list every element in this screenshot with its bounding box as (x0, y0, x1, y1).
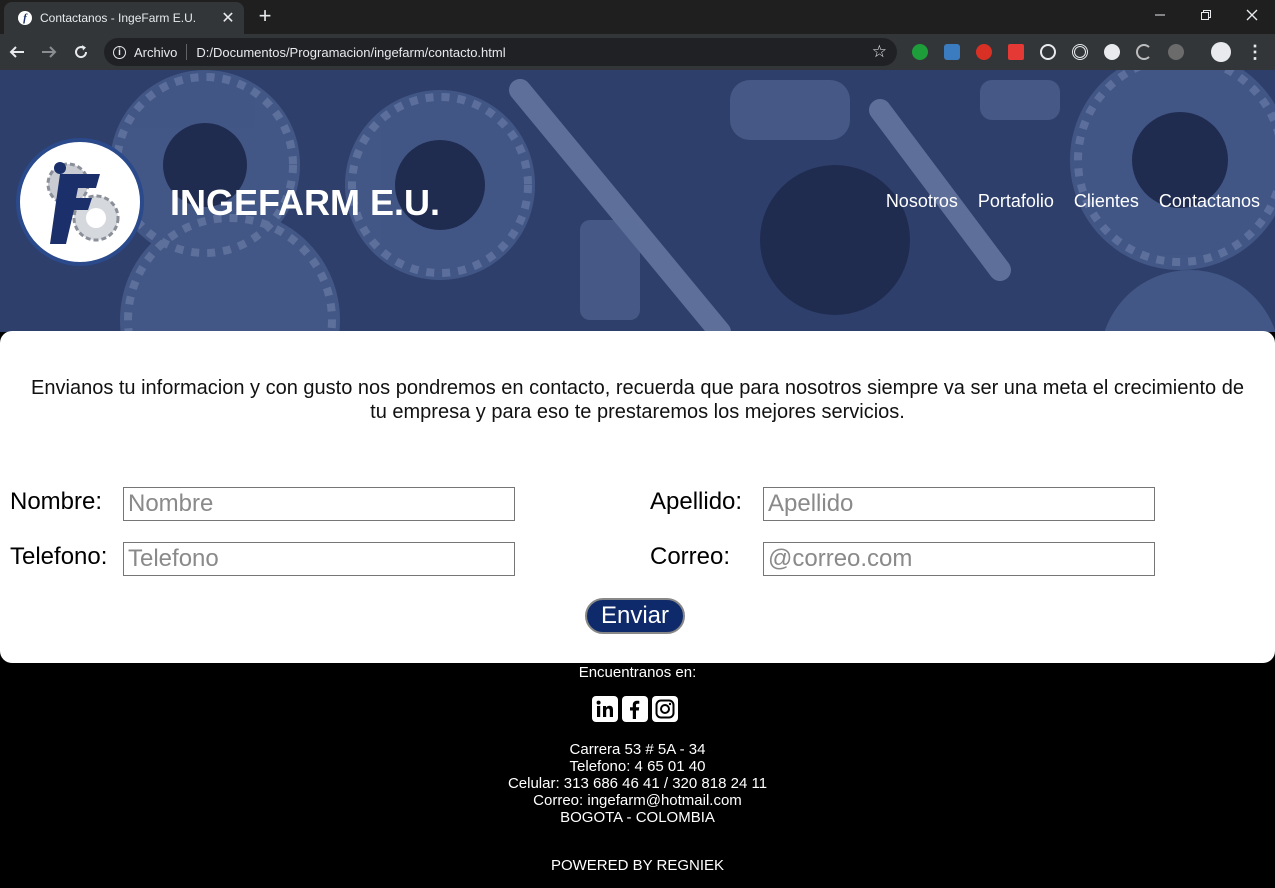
site-header: INGEFARM E.U. Nosotros Portafolio Client… (0, 70, 1275, 332)
brand-title: INGEFARM E.U. (170, 182, 441, 223)
extension-pdf-icon[interactable] (1008, 44, 1024, 60)
social-links (592, 696, 678, 722)
site-footer: Encuentranos en: Carrera 53 # 5A - 34 Te… (0, 663, 1275, 888)
powered-by-text: POWERED BY REGNIEK (550, 857, 725, 874)
info-icon[interactable]: i (113, 45, 126, 59)
browser-menu-icon[interactable]: ⋮ (1246, 42, 1264, 63)
reload-icon[interactable] (70, 41, 92, 63)
url-text[interactable]: D:/Documentos/Programacion/ingefarm/cont… (196, 45, 505, 60)
address-bar[interactable]: i Archivo D:/Documentos/Programacion/ing… (104, 38, 897, 66)
telefono-input[interactable] (123, 542, 515, 576)
nav-link-portafolio[interactable]: Portafolio (978, 191, 1054, 212)
profile-avatar-icon[interactable] (1211, 42, 1231, 62)
email-text: Correo: ingefarm@hotmail.com (533, 792, 742, 809)
extension-react-icon[interactable] (1040, 44, 1056, 60)
cell-text: Celular: 313 686 46 41 / 320 818 24 11 (507, 775, 768, 792)
extension-check-icon[interactable] (912, 44, 928, 60)
extension-palette-icon[interactable] (1168, 44, 1184, 60)
extension-target-icon[interactable] (1072, 44, 1088, 60)
extension-hand-icon[interactable] (976, 44, 992, 60)
extension-code-icon[interactable] (1136, 44, 1152, 60)
browser-tab[interactable]: f Contactanos - IngeFarm E.U. ✕ (4, 2, 244, 34)
bookmark-star-icon[interactable]: ☆ (872, 42, 887, 62)
new-tab-button[interactable]: + (254, 5, 276, 28)
address-divider (186, 44, 188, 60)
browser-tab-strip: f Contactanos - IngeFarm E.U. ✕ + (0, 0, 1275, 34)
telefono-label: Telefono: (10, 543, 108, 570)
nav-link-contactanos[interactable]: Contactanos (1159, 191, 1260, 212)
city-text: BOGOTA - COLOMBIA (560, 809, 715, 826)
logo-gear-icon (46, 162, 120, 244)
restore-icon[interactable] (1183, 0, 1229, 30)
security-label: Archivo (134, 44, 178, 60)
company-logo[interactable] (16, 138, 144, 266)
apellido-input[interactable] (763, 487, 1155, 521)
main-nav: Nosotros Portafolio Clientes Contactanos (886, 191, 1260, 212)
address-text: Carrera 53 # 5A - 34 (569, 741, 706, 758)
tab-close-icon[interactable]: ✕ (220, 8, 236, 28)
nav-link-nosotros[interactable]: Nosotros (886, 191, 958, 212)
apellido-label: Apellido: (650, 488, 743, 515)
instagram-icon[interactable] (652, 696, 678, 722)
linkedin-icon[interactable] (592, 696, 618, 722)
correo-input[interactable] (763, 542, 1155, 576)
back-arrow-icon[interactable] (6, 41, 28, 63)
correo-label: Correo: (650, 543, 731, 570)
footer-heading: Encuentranos en: (578, 664, 697, 681)
minimize-icon[interactable] (1137, 0, 1183, 30)
browser-toolbar: i Archivo D:/Documentos/Programacion/ing… (0, 34, 1275, 70)
close-window-icon[interactable] (1229, 0, 1275, 30)
nav-link-clientes[interactable]: Clientes (1074, 191, 1139, 212)
intro-text: Envianos tu informacion y con gusto nos … (31, 377, 1244, 423)
contact-info: Carrera 53 # 5A - 34 Telefono: 4 65 01 4… (0, 741, 1275, 826)
favicon-icon: f (18, 11, 32, 25)
submit-button[interactable]: Enviar (585, 598, 685, 634)
phone-text: Telefono: 4 65 01 40 (569, 758, 706, 775)
nombre-label: Nombre: (10, 488, 103, 515)
contact-section: Envianos tu informacion y con gusto nos … (0, 331, 1275, 663)
extension-blue-icon[interactable] (944, 44, 960, 60)
web-page: INGEFARM E.U. Nosotros Portafolio Client… (0, 70, 1275, 888)
tab-title: Contactanos - IngeFarm E.U. (40, 11, 197, 25)
nombre-input[interactable] (123, 487, 515, 521)
forward-arrow-icon[interactable] (38, 41, 60, 63)
extension-circle-icon[interactable] (1104, 44, 1120, 60)
facebook-icon[interactable] (622, 696, 648, 722)
